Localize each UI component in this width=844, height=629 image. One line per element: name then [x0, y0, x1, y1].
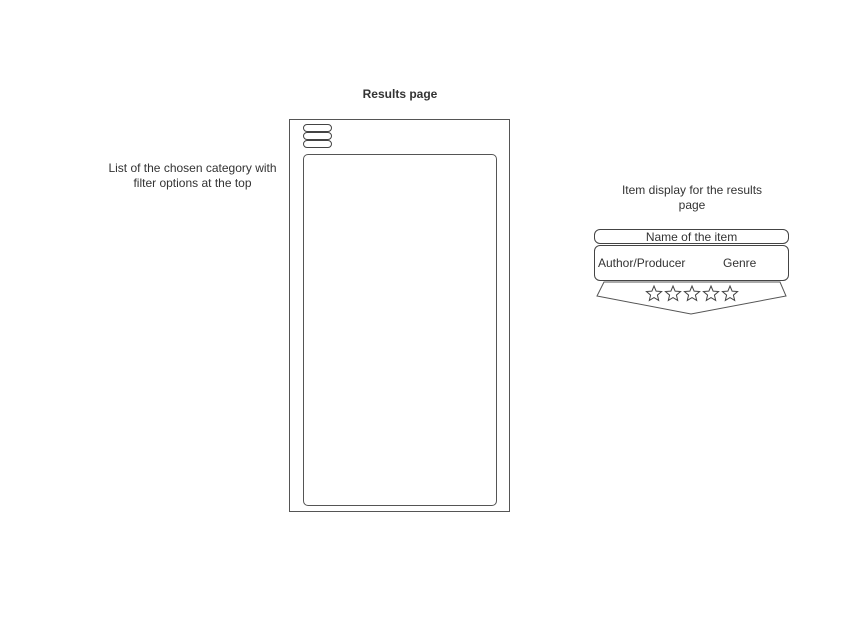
menu-icon-bar: [303, 132, 332, 140]
item-genre: Genre: [723, 256, 757, 270]
item-display-card[interactable]: Name of the item Author/Producer Genre: [594, 228, 790, 318]
item-name: Name of the item: [594, 229, 789, 244]
menu-icon-bar: [303, 140, 332, 148]
item-meta-box: Author/Producer Genre: [594, 245, 789, 281]
results-list-panel[interactable]: [303, 154, 497, 506]
item-annotation: Item display for the results page: [621, 183, 763, 212]
page-title: Results page: [362, 87, 438, 101]
menu-icon[interactable]: [303, 124, 332, 148]
menu-icon-bar: [303, 124, 332, 132]
list-annotation: List of the chosen category with filter …: [108, 161, 277, 190]
item-author: Author/Producer: [598, 256, 686, 270]
rating-banner: [596, 281, 787, 315]
